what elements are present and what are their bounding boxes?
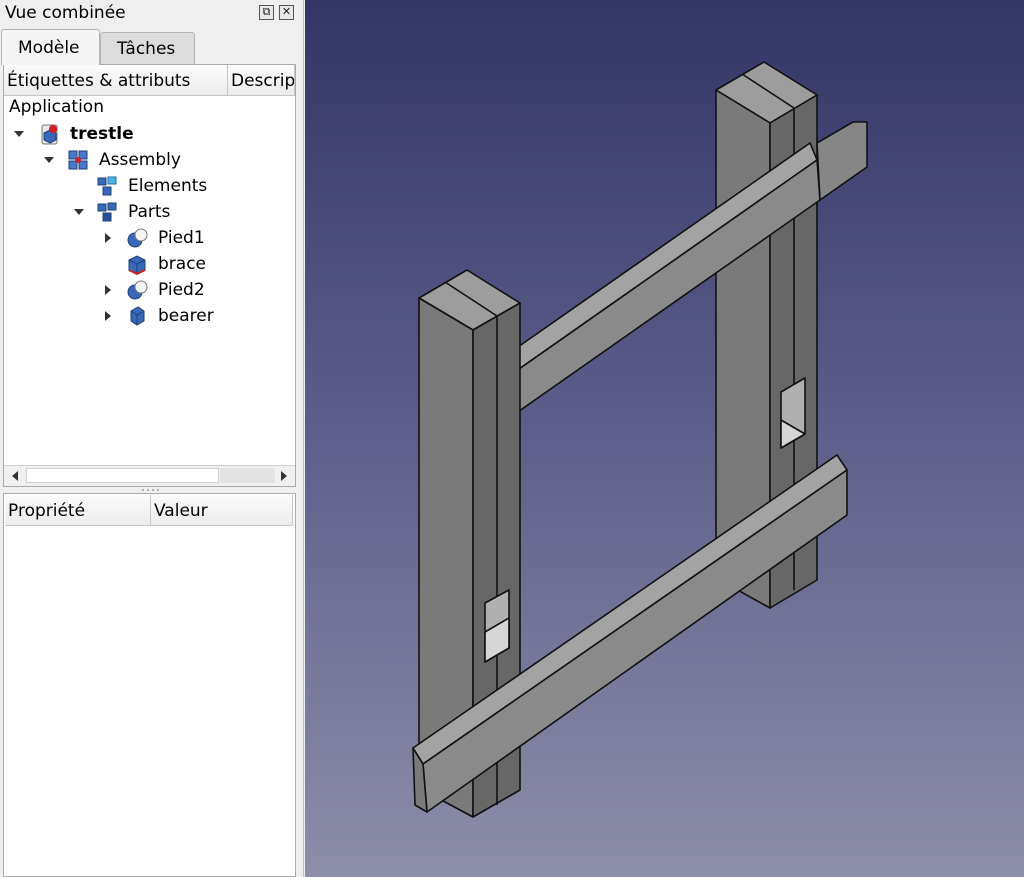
close-icon: ✕ [281,5,292,18]
scrollbar-track[interactable] [220,468,275,483]
tree-item-assembly[interactable]: Assembly [4,148,295,174]
tree-item-label: Pied2 [158,280,205,300]
tree-item-bearer[interactable]: bearer [4,304,295,330]
expand-right-icon[interactable] [105,285,111,295]
tree-item-pied1[interactable]: Pied1 [4,226,295,252]
expand-right-icon[interactable] [105,311,111,321]
tab-model[interactable]: Modèle [1,29,100,65]
link-part-icon [127,280,148,300]
tab-tasks[interactable]: Tâches [100,32,195,64]
tree-item-label: Pied1 [158,228,205,248]
tree-item-label: brace [158,254,207,274]
close-button[interactable]: ✕ [279,5,294,20]
tree-item-elements[interactable]: Elements [4,174,295,200]
assembly-icon [68,150,88,170]
property-header-name[interactable]: Propriété [5,495,151,526]
scroll-right-icon[interactable] [281,471,287,481]
tree-item-label: bearer [158,306,214,326]
expand-down-icon[interactable] [74,209,84,215]
parts-group-icon [97,202,117,222]
trestle-3d-model[interactable] [305,0,1024,877]
tree-item-brace[interactable]: brace [4,252,295,278]
tree-item-label: Assembly [99,150,181,170]
property-view[interactable]: Propriété Valeur [3,493,296,877]
expand-down-icon[interactable] [44,157,54,163]
property-header-value[interactable]: Valeur [151,495,293,526]
float-icon: ⧉ [262,5,271,18]
expand-down-icon[interactable] [14,131,24,137]
elements-group-icon [97,176,117,196]
tab-bar: Modèle Tâches [0,29,300,65]
float-button[interactable]: ⧉ [259,5,274,20]
part-body-icon [130,306,145,326]
tree-horizontal-scrollbar[interactable] [4,465,295,486]
tree-item-pied2[interactable]: Pied2 [4,278,295,304]
expand-right-icon[interactable] [105,233,111,243]
document-icon [41,124,58,145]
tree-item-label: trestle [70,124,134,144]
tree-item-label: Parts [128,202,171,222]
model-tree[interactable]: Étiquettes & attributs Descrip Applicati… [3,64,296,487]
combo-view-panel: Vue combinée ⧉ ✕ Modèle Tâches Étiquette… [0,0,304,877]
scrollbar-thumb[interactable] [26,468,219,483]
link-part-icon [127,228,148,248]
splitter-handle[interactable] [140,488,164,492]
panel-title: Vue combinée [5,3,126,23]
tree-item-trestle[interactable]: trestle [4,122,295,148]
3d-viewport[interactable] [305,0,1024,877]
tree-item-label: Elements [128,176,208,196]
tree-root-application: Application [9,97,104,117]
tree-header-labels[interactable]: Étiquettes & attributs [4,65,228,96]
tree-header-description[interactable]: Descrip [228,65,295,96]
tree-item-parts[interactable]: Parts [4,200,295,226]
scroll-left-icon[interactable] [12,471,18,481]
part-cube-icon [128,255,146,275]
